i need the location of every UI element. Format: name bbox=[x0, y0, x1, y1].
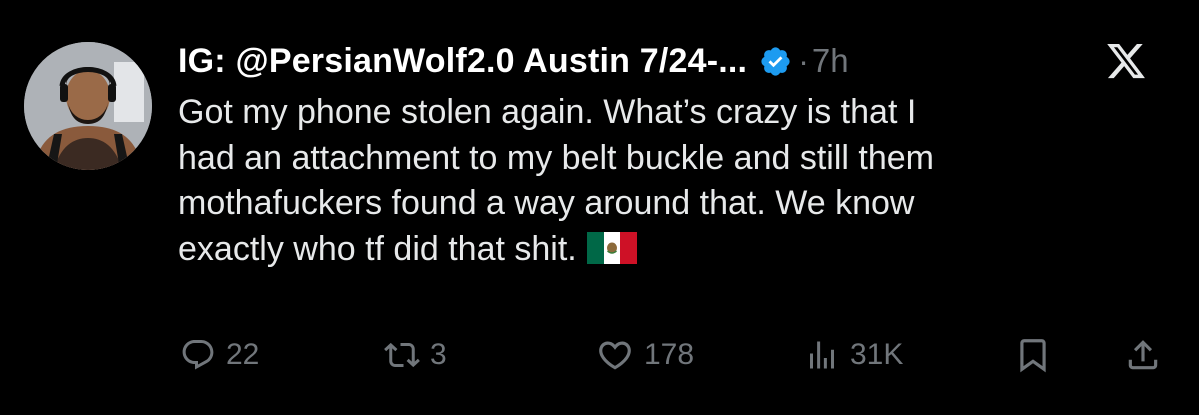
x-logo-icon bbox=[1105, 40, 1147, 82]
verified-badge-icon bbox=[759, 45, 792, 78]
views-button[interactable]: 31K bbox=[804, 330, 903, 380]
views-count: 31K bbox=[850, 338, 904, 371]
like-button[interactable]: 178 bbox=[596, 330, 694, 380]
reply-button[interactable]: 22 bbox=[180, 330, 259, 380]
post-text: Got my phone stolen again. What’s crazy … bbox=[178, 90, 1168, 272]
timestamp[interactable]: 7h bbox=[812, 42, 849, 80]
post-text-line: mothafuckers found a way around that. We… bbox=[178, 184, 915, 222]
reply-count: 22 bbox=[226, 338, 260, 371]
post-text-line: had an attachment to my belt buckle and … bbox=[178, 138, 934, 177]
avatar[interactable] bbox=[24, 42, 152, 170]
separator-dot: · bbox=[798, 42, 809, 79]
reply-icon bbox=[182, 340, 214, 370]
like-count: 178 bbox=[644, 338, 695, 371]
views-icon bbox=[810, 341, 834, 369]
mexico-flag-icon bbox=[586, 231, 637, 264]
repost-count: 3 bbox=[430, 338, 447, 371]
heart-icon bbox=[599, 341, 631, 370]
repost-icon bbox=[384, 342, 420, 368]
post: IG: @PersianWolf2.0 Austin 7/24-... · 7h… bbox=[0, 0, 1199, 415]
avatar-image bbox=[24, 42, 152, 170]
display-name[interactable]: IG: @PersianWolf2.0 Austin 7/24-... bbox=[178, 42, 747, 81]
post-text-line: exactly who tf did that shit. bbox=[178, 227, 1168, 273]
share-icon bbox=[1128, 340, 1158, 370]
share-button[interactable] bbox=[1124, 330, 1162, 380]
bookmark-icon bbox=[1020, 339, 1046, 373]
post-header: IG: @PersianWolf2.0 Austin 7/24-... · 7h bbox=[178, 36, 1175, 86]
post-text-line: Got my phone stolen again. What’s crazy … bbox=[178, 93, 917, 131]
post-text-line-content: exactly who tf did that shit. bbox=[178, 229, 577, 268]
action-bar: 22 3 178 31K bbox=[0, 330, 1199, 380]
bookmark-button[interactable] bbox=[1014, 330, 1052, 380]
repost-button[interactable]: 3 bbox=[384, 330, 447, 380]
